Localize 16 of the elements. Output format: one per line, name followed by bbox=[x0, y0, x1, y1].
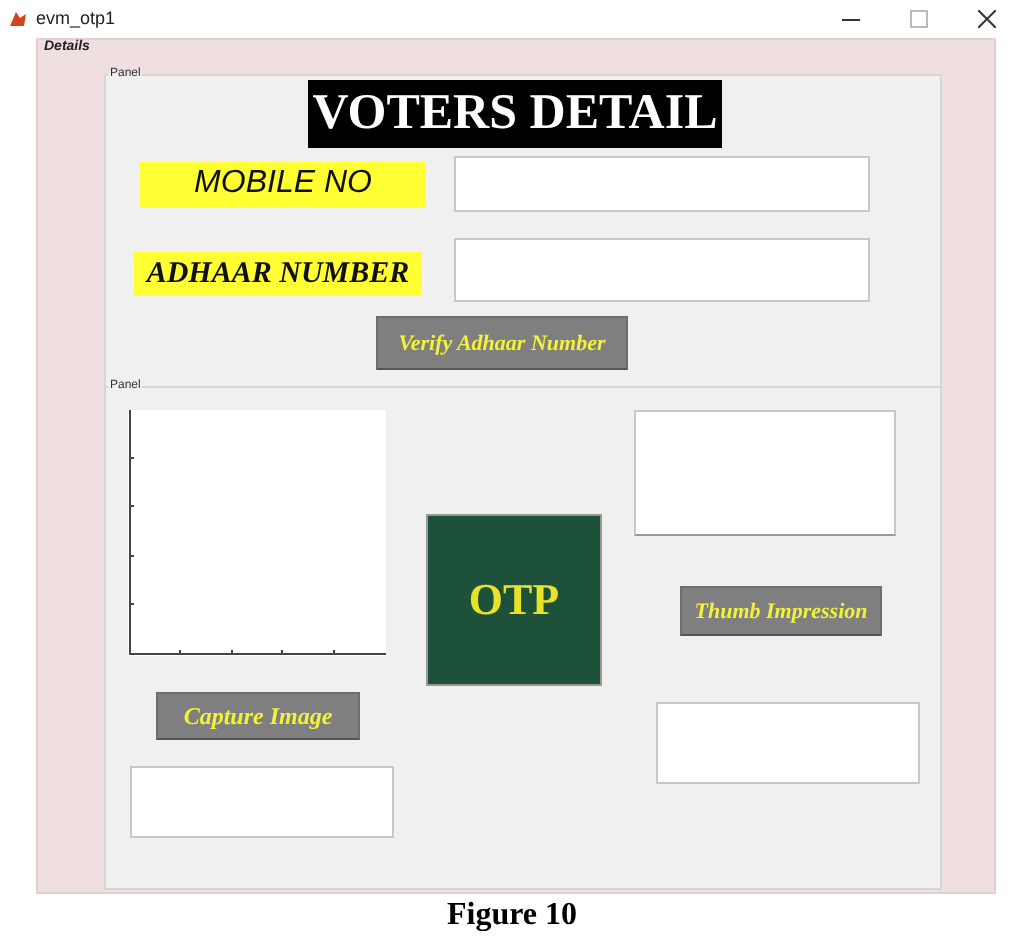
figure-caption: Figure 10 bbox=[444, 898, 580, 934]
input-field[interactable] bbox=[454, 238, 870, 302]
close-icon[interactable] bbox=[977, 9, 995, 27]
input-field[interactable] bbox=[454, 156, 870, 212]
capture-button[interactable]: Capture Image bbox=[156, 692, 360, 740]
thumb-button[interactable]: Thumb Impression bbox=[680, 586, 882, 636]
app-icon bbox=[8, 8, 28, 28]
input-field[interactable] bbox=[130, 766, 394, 838]
heading: VOTERS DETAIL bbox=[308, 80, 722, 148]
window-title: evm_otp1 bbox=[36, 8, 116, 28]
maximize-icon[interactable] bbox=[909, 9, 927, 27]
input-field[interactable] bbox=[656, 702, 920, 784]
field-label: ADHAAR NUMBER bbox=[134, 252, 422, 296]
field-label: MOBILE NO bbox=[140, 161, 426, 207]
otp-button[interactable]: OTP bbox=[426, 514, 602, 686]
verify-button[interactable]: Verify Adhaar Number bbox=[376, 316, 628, 370]
